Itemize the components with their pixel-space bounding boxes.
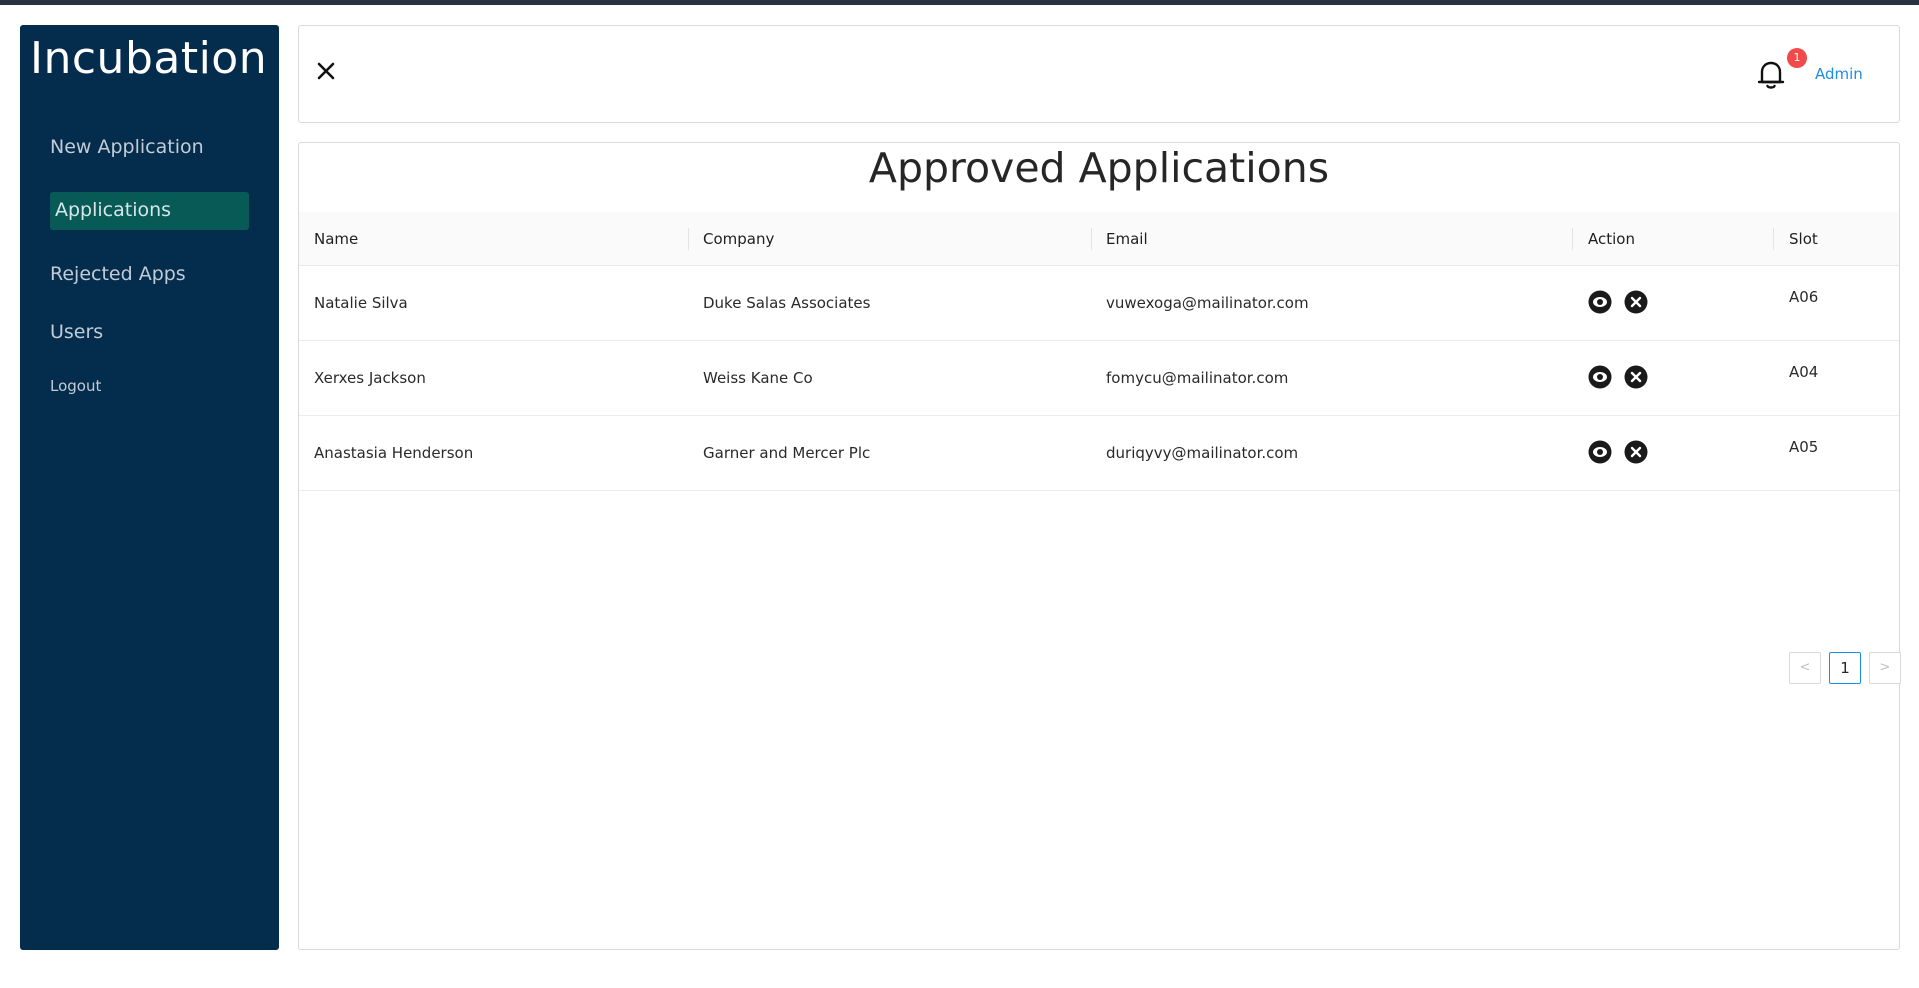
column-header-email: Email [1106, 230, 1148, 248]
cell-email: duriqyvy@mailinator.com [1106, 444, 1299, 462]
main-content: Approved Applications Name Company Email… [298, 142, 1901, 950]
reject-icon[interactable] [1624, 440, 1648, 464]
admin-link[interactable]: Admin [1815, 65, 1863, 83]
chevron-right-icon: > [1879, 660, 1891, 675]
brand-title: Incubation [30, 33, 268, 84]
cell-name: Anastasia Henderson [314, 444, 474, 462]
reject-icon[interactable] [1624, 365, 1648, 389]
reject-icon[interactable] [1624, 290, 1648, 314]
close-icon[interactable] [314, 59, 338, 83]
chevron-left-icon: < [1799, 660, 1811, 675]
page-title: Approved Applications [868, 144, 1330, 192]
column-header-name: Name [314, 230, 359, 248]
column-separator [1773, 228, 1774, 250]
top-header: 1 Admin [298, 25, 1900, 123]
cell-company: Weiss Kane Co [703, 369, 813, 387]
view-icon[interactable] [1588, 290, 1612, 314]
sidebar-item-applications[interactable]: Applications [50, 192, 249, 230]
cell-email: vuwexoga@mailinator.com [1106, 294, 1309, 312]
table-row: Natalie Silva Duke Salas Associates vuwe… [299, 266, 1899, 341]
table-row: Xerxes Jackson Weiss Kane Co fomycu@mail… [299, 341, 1899, 416]
cell-slot: A04 [1789, 363, 1819, 381]
column-header-slot: Slot [1789, 230, 1818, 248]
cell-name: Xerxes Jackson [314, 369, 426, 387]
pagination-prev-button[interactable]: < [1789, 652, 1821, 684]
column-separator [688, 228, 689, 250]
pagination-page-1[interactable]: 1 [1829, 652, 1861, 684]
sidebar-item-rejected-apps[interactable]: Rejected Apps [50, 263, 186, 285]
table-header: Name Company Email Action Slot [299, 212, 1899, 266]
cell-slot: A05 [1789, 438, 1819, 456]
view-icon[interactable] [1588, 365, 1612, 389]
cell-email: fomycu@mailinator.com [1106, 369, 1289, 387]
sidebar-item-new-application[interactable]: New Application [50, 136, 204, 158]
notification-badge: 1 [1787, 48, 1807, 68]
sidebar-item-users[interactable]: Users [50, 321, 103, 343]
applications-table: Name Company Email Action Slot Natalie S… [299, 212, 1899, 491]
cell-company: Garner and Mercer Plc [703, 444, 871, 462]
cell-slot: A06 [1789, 288, 1819, 306]
pagination-next-button[interactable]: > [1869, 652, 1901, 684]
column-separator [1572, 228, 1573, 250]
page-number: 1 [1840, 659, 1850, 677]
sidebar: Incubation New Application Applications … [20, 25, 279, 950]
column-header-company: Company [703, 230, 775, 248]
column-separator [1091, 228, 1092, 250]
cell-company: Duke Salas Associates [703, 294, 871, 312]
sidebar-item-logout[interactable]: Logout [50, 377, 101, 395]
top-strip [0, 0, 1919, 5]
table-row: Anastasia Henderson Garner and Mercer Pl… [299, 416, 1899, 491]
column-header-action: Action [1588, 230, 1635, 248]
view-icon[interactable] [1588, 440, 1612, 464]
bell-icon[interactable] [1754, 58, 1788, 92]
cell-name: Natalie Silva [314, 294, 408, 312]
